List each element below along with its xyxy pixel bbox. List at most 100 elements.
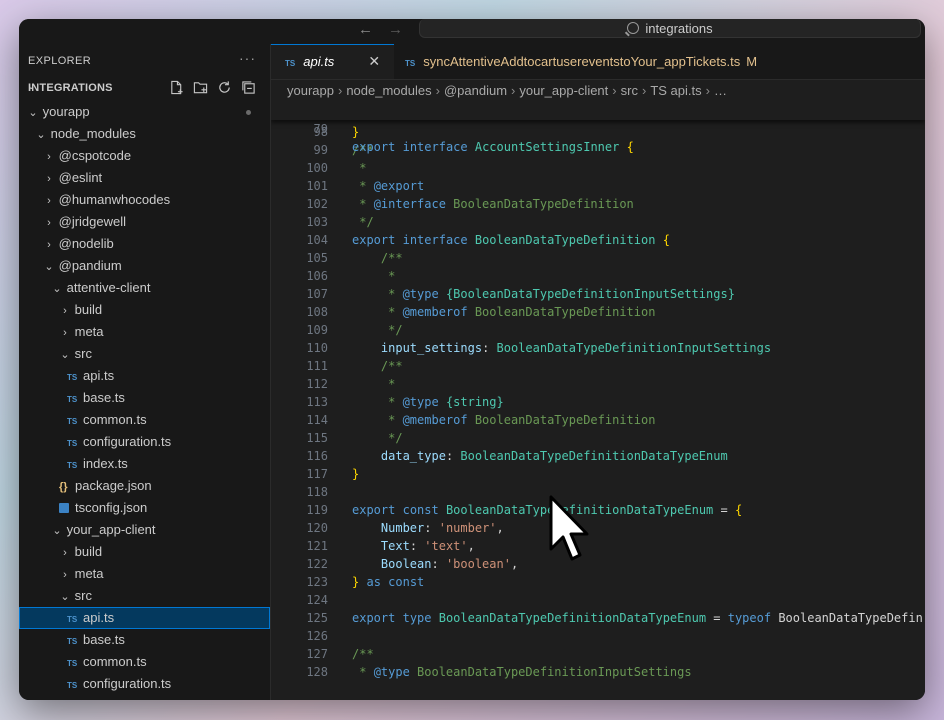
- tree-item-label: @eslint: [58, 170, 103, 185]
- tab-api-ts[interactable]: TS api.ts ✕: [271, 44, 394, 79]
- code-line[interactable]: 102 * @interface BooleanDataTypeDefiniti…: [271, 195, 925, 213]
- arrow-left-icon[interactable]: ←: [358, 21, 373, 38]
- code-text: * @type BooleanDataTypeDefinitionInputSe…: [352, 665, 692, 679]
- code-line[interactable]: 109 */: [271, 321, 925, 339]
- tree-folder[interactable]: › meta: [19, 563, 270, 585]
- new-folder-icon[interactable]: [193, 80, 208, 95]
- line-number: 101: [306, 179, 328, 193]
- code-line[interactable]: 117}: [271, 465, 925, 483]
- tree-folder[interactable]: ⌄ node_modules: [19, 123, 270, 145]
- tree-folder[interactable]: › @jridgewell: [19, 211, 270, 233]
- tree-file[interactable]: TS configuration.ts: [19, 673, 270, 695]
- code-line[interactable]: 111 /**: [271, 357, 925, 375]
- code-line[interactable]: 108 * @memberof BooleanDataTypeDefinitio…: [271, 303, 925, 321]
- line-number: 115: [306, 431, 328, 445]
- tree-file[interactable]: TS common.ts: [19, 409, 270, 431]
- tree-folder[interactable]: ⌄ src: [19, 343, 270, 365]
- refresh-icon[interactable]: [217, 80, 232, 95]
- line-number: 79: [313, 122, 328, 136]
- tree-folder[interactable]: › build: [19, 299, 270, 321]
- command-center-search[interactable]: integrations: [419, 19, 921, 38]
- code-line[interactable]: 114 * @memberof BooleanDataTypeDefinitio…: [271, 411, 925, 429]
- code-text: /**: [352, 359, 403, 373]
- new-file-icon[interactable]: [169, 80, 184, 95]
- tree-file[interactable]: TS base.ts: [19, 387, 270, 409]
- code-line[interactable]: 126: [271, 627, 925, 645]
- line-number: 126: [306, 629, 328, 643]
- breadcrumb-item[interactable]: …: [714, 83, 727, 98]
- code-line[interactable]: 123} as const: [271, 573, 925, 591]
- tree-folder[interactable]: ⌄ yourapp: [19, 101, 270, 123]
- tree-folder[interactable]: ⌄ @pandium: [19, 255, 270, 277]
- code-line[interactable]: 116 data_type: BooleanDataTypeDefinition…: [271, 447, 925, 465]
- code-line[interactable]: 100 *: [271, 159, 925, 177]
- tree-folder[interactable]: › @cspotcode: [19, 145, 270, 167]
- collapse-all-icon[interactable]: [241, 80, 256, 95]
- code-line[interactable]: 119 export const BooleanDataTypeDefinitio…: [271, 501, 925, 519]
- breadcrumb: yourapp › node_modules › @pandium › your_app-c…: [271, 80, 925, 102]
- chevron-down-icon: ⌄: [44, 261, 54, 273]
- code-line[interactable]: 106 *: [271, 267, 925, 285]
- tree-folder[interactable]: › @eslint: [19, 167, 270, 189]
- chevron-right-icon: ›: [705, 83, 710, 98]
- code-line[interactable]: 107 * @type {BooleanDataTypeDefinitionIn…: [271, 285, 925, 303]
- line-number: 111: [306, 359, 328, 373]
- tree-folder[interactable]: › @nodelib: [19, 233, 270, 255]
- tree-file[interactable]: TS index.ts: [19, 453, 270, 475]
- chevron-right-icon: ›: [47, 195, 51, 207]
- tree-folder[interactable]: ⌄ your_app-client: [19, 519, 270, 541]
- code-line[interactable]: 124: [271, 591, 925, 609]
- tree-file[interactable]: TS api.ts: [19, 607, 270, 629]
- more-actions-icon[interactable]: ···: [239, 50, 256, 66]
- code-line[interactable]: 120 Number: 'number',: [271, 519, 925, 537]
- code-line[interactable]: 105 /**: [271, 249, 925, 267]
- chevron-down-icon: ⌄: [60, 349, 70, 361]
- code-line[interactable]: 127 /**: [271, 645, 925, 663]
- line-number: 128: [306, 665, 328, 679]
- breadcrumb-item[interactable]: TS api.ts: [650, 83, 701, 98]
- chevron-right-icon: ›: [641, 83, 647, 98]
- line-number: 108: [306, 305, 328, 319]
- code-line[interactable]: 103 */: [271, 213, 925, 231]
- code-line[interactable]: 118: [271, 483, 925, 501]
- sticky-scroll-header[interactable]: 79 export interface AccountSettingsInner…: [271, 102, 925, 154]
- tree-file[interactable]: TS common.ts: [19, 651, 270, 673]
- close-icon[interactable]: ✕: [368, 53, 380, 69]
- breadcrumb-item[interactable]: @pandium: [444, 83, 507, 98]
- tree-folder[interactable]: › meta: [19, 321, 270, 343]
- breadcrumb-item[interactable]: yourapp: [287, 83, 334, 98]
- tree-item-label: base.ts: [83, 632, 125, 647]
- section-title: INTEGRATIONS: [28, 82, 113, 94]
- tree-folder[interactable]: › @humanwhocodes: [19, 189, 270, 211]
- breadcrumb-item[interactable]: your_app-client: [519, 83, 608, 98]
- section-header-integrations[interactable]: ⌄ INTEGRATIONS: [19, 78, 270, 100]
- sticky-code-line: export interface AccountSettingsInner {: [352, 140, 634, 154]
- code-line[interactable]: 110 input_settings: BooleanDataTypeDefin…: [271, 339, 925, 357]
- tree-file[interactable]: TS api.ts: [19, 365, 270, 387]
- tree-folder[interactable]: › build: [19, 541, 270, 563]
- line-number: 113: [306, 395, 328, 409]
- code-line[interactable]: 115 */: [271, 429, 925, 447]
- tree-folder[interactable]: ⌄ attentive-client: [19, 277, 270, 299]
- code-line[interactable]: 104 export interface BooleanDataTypeDefin…: [271, 231, 925, 249]
- typescript-file-icon: TS: [285, 59, 296, 68]
- code-editor[interactable]: 79 export interface AccountSettingsInner…: [271, 102, 925, 700]
- code-line[interactable]: 113 * @type {string}: [271, 393, 925, 411]
- code-line[interactable]: 122 Boolean: 'boolean',: [271, 555, 925, 573]
- code-line[interactable]: 121 Text: 'text',: [271, 537, 925, 555]
- tree-file[interactable]: tsconfig.json: [19, 497, 270, 519]
- breadcrumb-item[interactable]: node_modules: [346, 83, 431, 98]
- breadcrumb-item[interactable]: src: [621, 83, 638, 98]
- tree-file[interactable]: TS configuration.ts: [19, 431, 270, 453]
- tab-sync-attentive[interactable]: TS syncAttentiveAddtocartusereventstoYour…: [395, 44, 757, 79]
- tree-file[interactable]: TS base.ts: [19, 629, 270, 651]
- code-line[interactable]: 101 * @export: [271, 177, 925, 195]
- line-number: 103: [306, 215, 328, 229]
- arrow-right-icon[interactable]: →: [388, 21, 403, 38]
- code-line[interactable]: 112 *: [271, 375, 925, 393]
- code-line[interactable]: 128 * @type BooleanDataTypeDefinitionInp…: [271, 663, 925, 681]
- tree-folder[interactable]: ⌄ src: [19, 585, 270, 607]
- typescript-file-icon: TS: [67, 373, 78, 382]
- code-line[interactable]: 125 export type BooleanDataTypeDefinition…: [271, 609, 925, 627]
- tree-file[interactable]: {} package.json: [19, 475, 270, 497]
